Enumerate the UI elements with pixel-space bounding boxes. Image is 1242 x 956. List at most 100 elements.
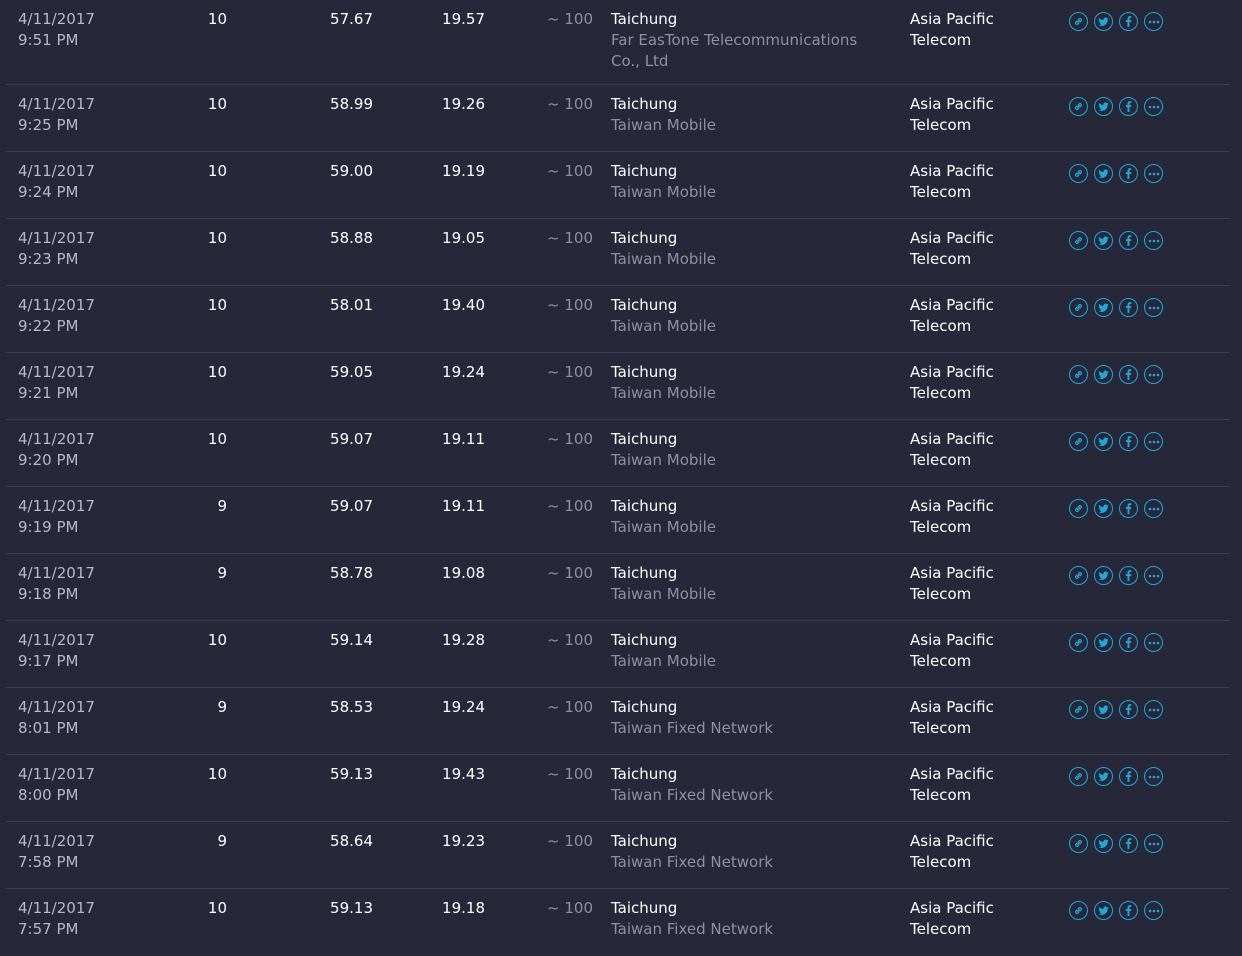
twitter-icon[interactable] — [1094, 499, 1113, 518]
twitter-icon[interactable] — [1094, 700, 1113, 719]
link-icon[interactable] — [1069, 164, 1088, 183]
facebook-icon[interactable] — [1119, 298, 1138, 317]
table-row[interactable]: 4/11/2017 9:24 PM 10 59.00 19.19 ~ 100 T… — [6, 152, 1230, 219]
table-row[interactable]: 4/11/2017 7:57 PM 10 59.13 19.18 ~ 100 T… — [6, 889, 1230, 956]
result-upload: 19.28 — [442, 631, 485, 649]
twitter-icon[interactable] — [1094, 365, 1113, 384]
twitter-icon[interactable] — [1094, 834, 1113, 853]
isp-line-2: Telecom — [910, 652, 972, 670]
server-city: Taichung — [611, 296, 678, 314]
more-icon[interactable] — [1144, 499, 1163, 518]
facebook-icon[interactable] — [1119, 97, 1138, 116]
table-row[interactable]: 4/11/2017 9:23 PM 10 58.88 19.05 ~ 100 T… — [6, 219, 1230, 286]
more-icon[interactable] — [1144, 901, 1163, 920]
result-datetime: 4/11/2017 7:57 PM — [18, 898, 95, 940]
table-row[interactable]: 4/11/2017 8:01 PM 9 58.53 19.24 ~ 100 Ta… — [6, 688, 1230, 755]
isp-line-1: Asia Pacific — [910, 430, 994, 448]
facebook-icon[interactable] — [1119, 12, 1138, 31]
table-row[interactable]: 4/11/2017 8:00 PM 10 59.13 19.43 ~ 100 T… — [6, 755, 1230, 822]
result-server-location: Taichung Taiwan Mobile — [611, 429, 886, 471]
server-city: Taichung — [611, 631, 678, 649]
table-row[interactable]: 4/11/2017 7:58 PM 9 58.64 19.23 ~ 100 Ta… — [6, 822, 1230, 889]
more-icon[interactable] — [1144, 164, 1163, 183]
table-row[interactable]: 4/11/2017 9:51 PM 10 57.67 19.57 ~ 100 T… — [6, 0, 1230, 85]
link-icon[interactable] — [1069, 767, 1088, 786]
link-icon[interactable] — [1069, 834, 1088, 853]
server-name: Taiwan Mobile — [611, 585, 716, 603]
result-isp: Asia Pacific Telecom — [910, 496, 994, 538]
link-icon[interactable] — [1069, 231, 1088, 250]
server-name: Taiwan Mobile — [611, 183, 716, 201]
link-icon[interactable] — [1069, 566, 1088, 585]
twitter-icon[interactable] — [1094, 12, 1113, 31]
table-row[interactable]: 4/11/2017 9:21 PM 10 59.05 19.24 ~ 100 T… — [6, 353, 1230, 420]
results-table: 4/11/2017 9:51 PM 10 57.67 19.57 ~ 100 T… — [6, 0, 1230, 956]
result-date: 4/11/2017 — [18, 430, 95, 448]
more-icon[interactable] — [1144, 231, 1163, 250]
result-ping: 10 — [207, 95, 227, 113]
more-icon[interactable] — [1144, 12, 1163, 31]
facebook-icon[interactable] — [1119, 834, 1138, 853]
result-ping: 10 — [207, 765, 227, 783]
table-row[interactable]: 4/11/2017 9:20 PM 10 59.07 19.11 ~ 100 T… — [6, 420, 1230, 487]
link-icon[interactable] — [1069, 700, 1088, 719]
more-icon[interactable] — [1144, 566, 1163, 585]
table-row[interactable]: 4/11/2017 9:17 PM 10 59.14 19.28 ~ 100 T… — [6, 621, 1230, 688]
link-icon[interactable] — [1069, 499, 1088, 518]
twitter-icon[interactable] — [1094, 633, 1113, 652]
result-download: 59.05 — [330, 363, 373, 381]
facebook-icon[interactable] — [1119, 164, 1138, 183]
twitter-icon[interactable] — [1094, 298, 1113, 317]
twitter-icon[interactable] — [1094, 901, 1113, 920]
server-name: Taiwan Mobile — [611, 451, 716, 469]
table-row[interactable]: 4/11/2017 9:25 PM 10 58.99 19.26 ~ 100 T… — [6, 85, 1230, 152]
result-isp: Asia Pacific Telecom — [910, 362, 994, 404]
facebook-icon[interactable] — [1119, 901, 1138, 920]
more-icon[interactable] — [1144, 365, 1163, 384]
result-date: 4/11/2017 — [18, 497, 95, 515]
result-datetime: 4/11/2017 9:19 PM — [18, 496, 95, 538]
twitter-icon[interactable] — [1094, 97, 1113, 116]
facebook-icon[interactable] — [1119, 365, 1138, 384]
twitter-icon[interactable] — [1094, 231, 1113, 250]
result-isp: Asia Pacific Telecom — [910, 898, 994, 940]
link-icon[interactable] — [1069, 298, 1088, 317]
twitter-icon[interactable] — [1094, 767, 1113, 786]
more-icon[interactable] — [1144, 298, 1163, 317]
table-row[interactable]: 4/11/2017 9:22 PM 10 58.01 19.40 ~ 100 T… — [6, 286, 1230, 353]
link-icon[interactable] — [1069, 12, 1088, 31]
facebook-icon[interactable] — [1119, 633, 1138, 652]
link-icon[interactable] — [1069, 901, 1088, 920]
facebook-icon[interactable] — [1119, 432, 1138, 451]
more-icon[interactable] — [1144, 97, 1163, 116]
row-actions — [1069, 164, 1163, 183]
facebook-icon[interactable] — [1119, 499, 1138, 518]
result-server-location: Taichung Taiwan Fixed Network — [611, 831, 886, 873]
twitter-icon[interactable] — [1094, 566, 1113, 585]
isp-line-2: Telecom — [910, 317, 972, 335]
link-icon[interactable] — [1069, 633, 1088, 652]
result-server-location: Taichung Taiwan Mobile — [611, 496, 886, 538]
link-icon[interactable] — [1069, 432, 1088, 451]
more-icon[interactable] — [1144, 432, 1163, 451]
result-time: 9:22 PM — [18, 317, 79, 335]
row-actions — [1069, 901, 1163, 920]
facebook-icon[interactable] — [1119, 767, 1138, 786]
link-icon[interactable] — [1069, 97, 1088, 116]
twitter-icon[interactable] — [1094, 164, 1113, 183]
table-row[interactable]: 4/11/2017 9:19 PM 9 59.07 19.11 ~ 100 Ta… — [6, 487, 1230, 554]
row-actions — [1069, 566, 1163, 585]
twitter-icon[interactable] — [1094, 432, 1113, 451]
result-ping: 10 — [207, 10, 227, 28]
more-icon[interactable] — [1144, 767, 1163, 786]
result-datetime: 4/11/2017 7:58 PM — [18, 831, 95, 873]
facebook-icon[interactable] — [1119, 700, 1138, 719]
result-download: 59.00 — [330, 162, 373, 180]
link-icon[interactable] — [1069, 365, 1088, 384]
facebook-icon[interactable] — [1119, 231, 1138, 250]
more-icon[interactable] — [1144, 633, 1163, 652]
more-icon[interactable] — [1144, 700, 1163, 719]
more-icon[interactable] — [1144, 834, 1163, 853]
table-row[interactable]: 4/11/2017 9:18 PM 9 58.78 19.08 ~ 100 Ta… — [6, 554, 1230, 621]
facebook-icon[interactable] — [1119, 566, 1138, 585]
